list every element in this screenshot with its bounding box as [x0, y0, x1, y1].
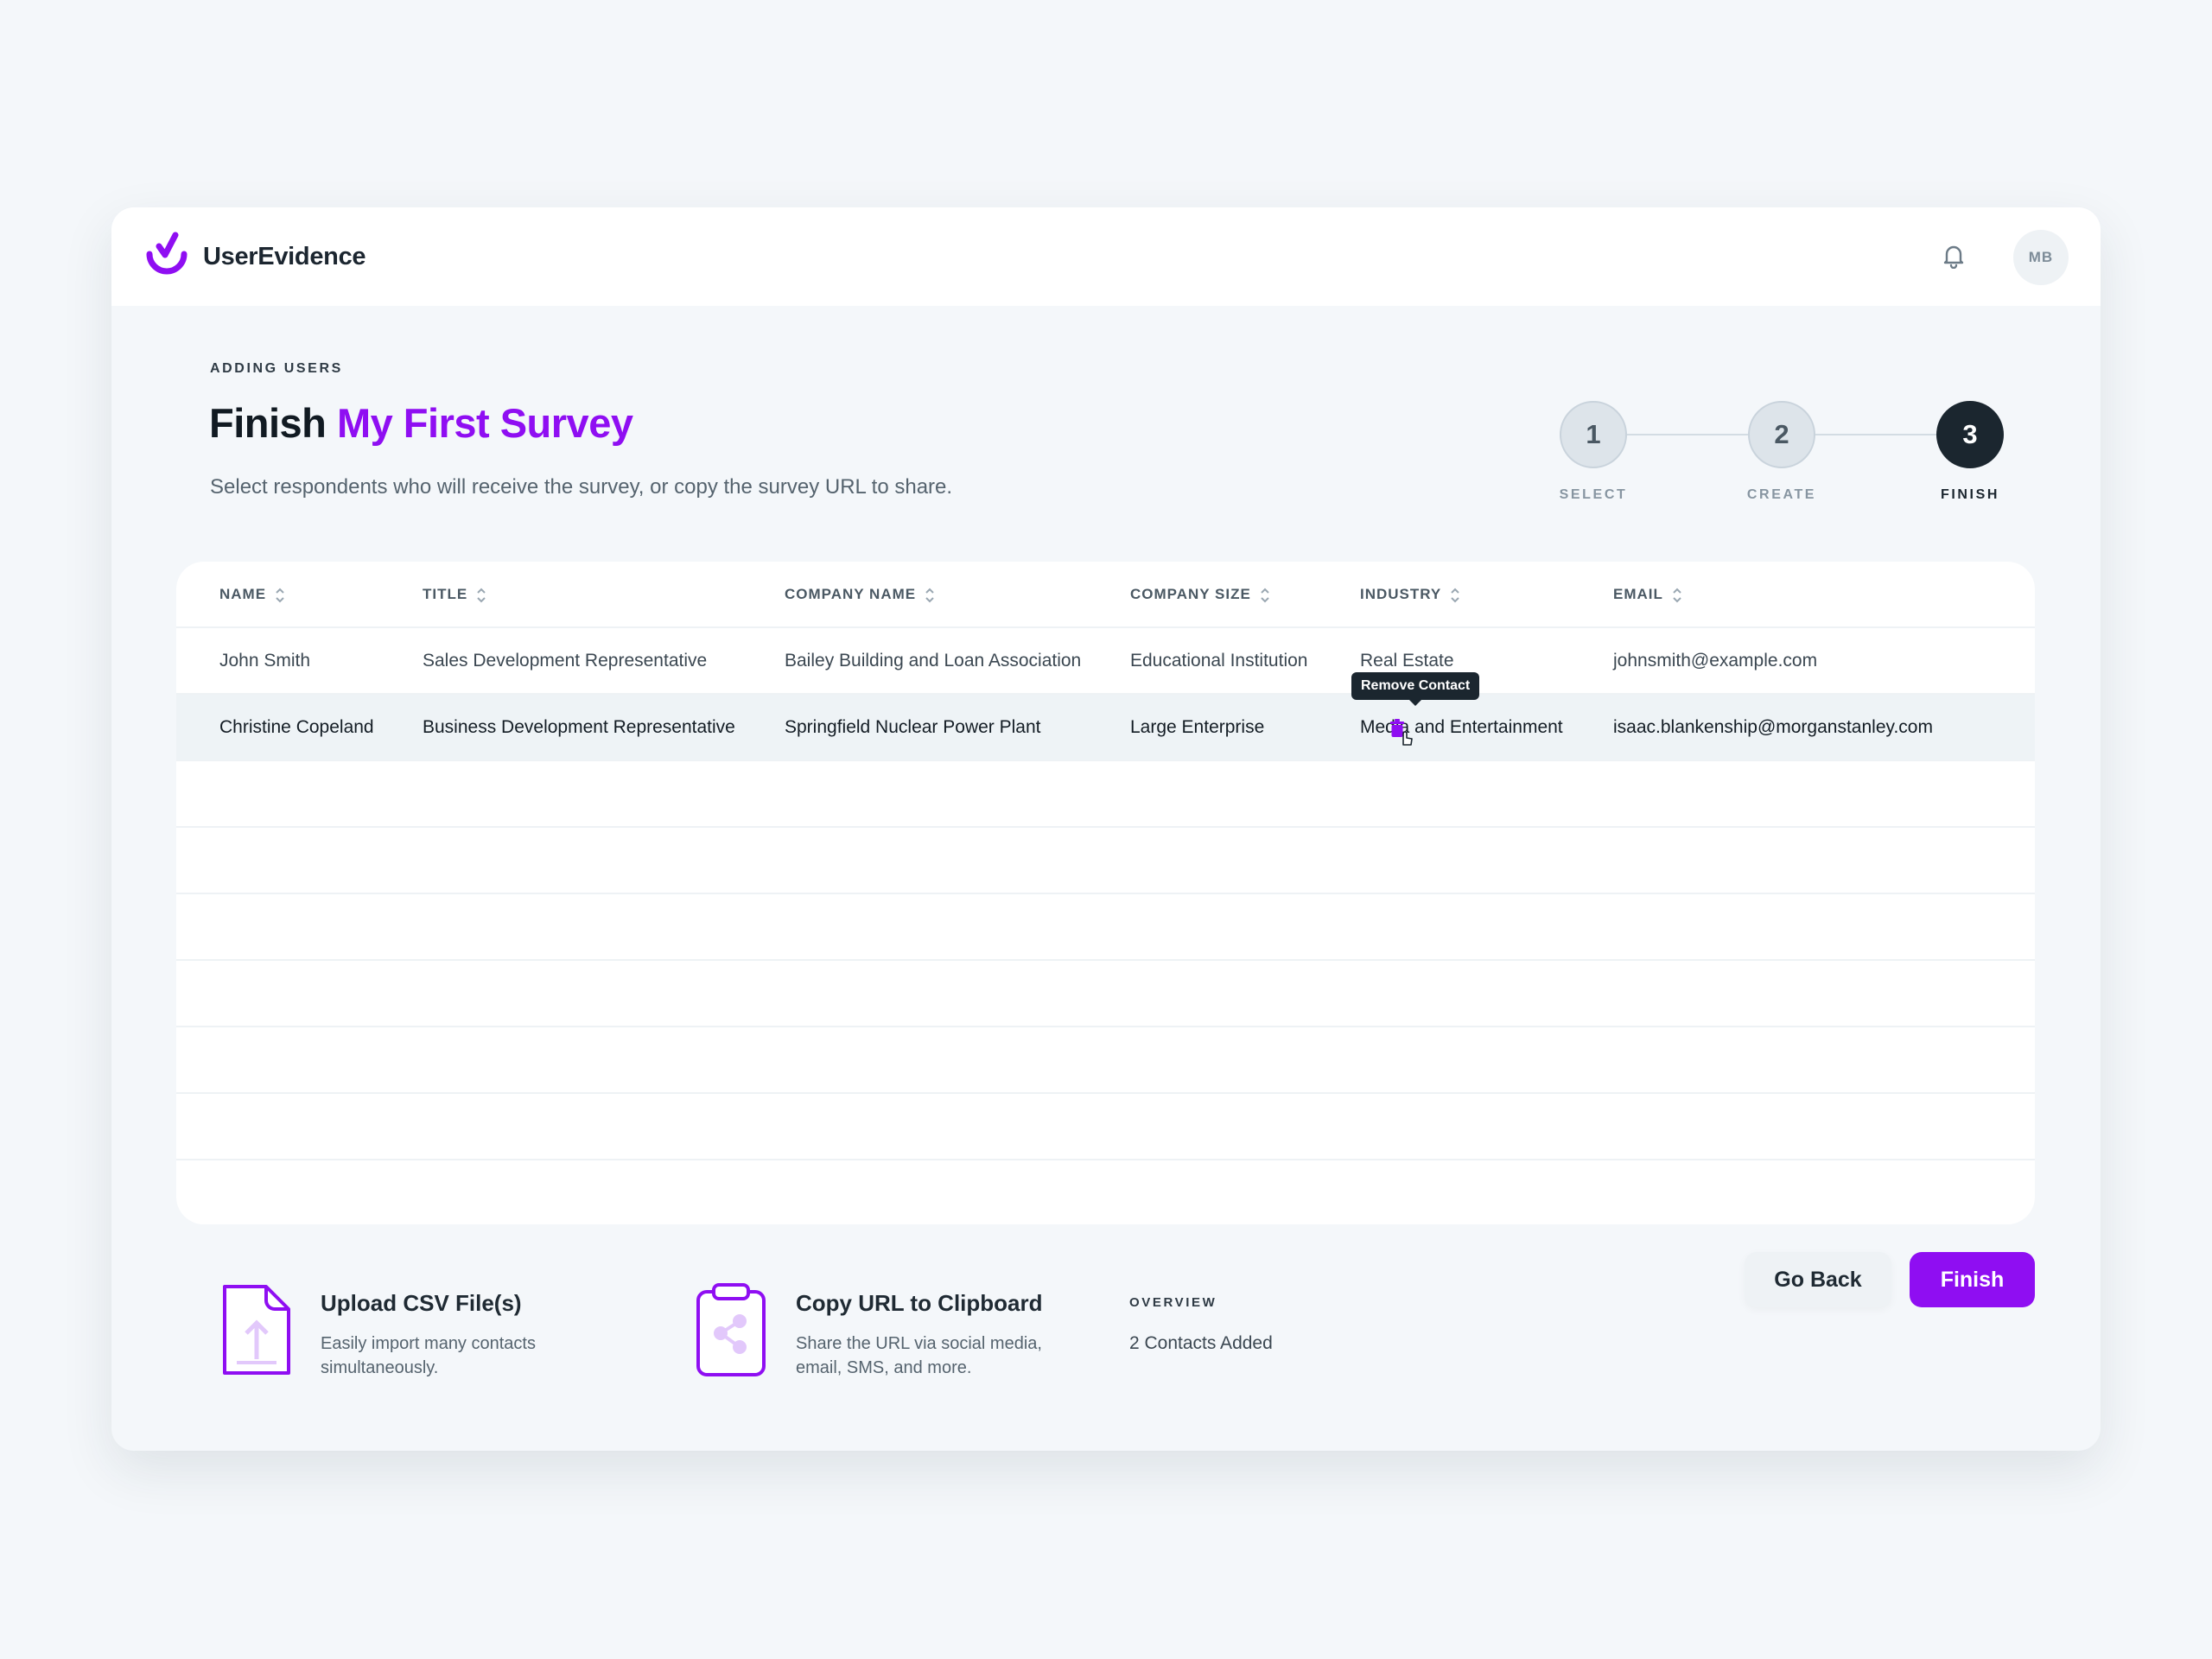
copy-url-action[interactable]: Copy URL to Clipboard Share the URL via … [695, 1283, 1075, 1387]
overview-label: OVERVIEW [1129, 1295, 1217, 1310]
step-3-label: FINISH [1940, 487, 2000, 502]
sort-icon [276, 588, 284, 602]
cell-email: isaac.blankenship@morganstanley.com [1613, 717, 1933, 737]
top-bar: UserEvidence MB [111, 207, 2101, 306]
title-prefix: Finish [209, 400, 327, 446]
column-header-company-size[interactable]: COMPANY SIZE [1130, 562, 1270, 626]
survey-name: My First Survey [336, 400, 633, 446]
cell-name: Christine Copeland [219, 717, 374, 737]
column-header-name[interactable]: NAME [219, 562, 285, 626]
finish-button[interactable]: Finish [1910, 1252, 2035, 1307]
cell-company-size: Large Enterprise [1130, 717, 1265, 737]
cell-name: John Smith [219, 651, 311, 671]
table-row-empty [176, 961, 2035, 1027]
page-title: Finish My First Survey [209, 399, 633, 447]
stepper-connector [1627, 434, 1748, 435]
remove-contact-tooltip: Remove Contact [1351, 672, 1480, 706]
survey-wizard-card: UserEvidence MB ADDING USERS Finish My F… [111, 207, 2101, 1451]
table-row-empty [176, 1027, 2035, 1094]
step-2-circle[interactable]: 2 [1748, 401, 1815, 468]
remove-contact-trash-icon[interactable] [1386, 717, 1415, 747]
table-header-row: NAME TITLE COMPANY NAME COMPANY SIZE IND… [176, 562, 2035, 628]
copy-url-title: Copy URL to Clipboard [796, 1290, 1043, 1316]
cell-company-size: Educational Institution [1130, 651, 1308, 671]
logo-icon [146, 232, 188, 275]
upload-csv-action[interactable]: Upload CSV File(s) Easily import many co… [219, 1283, 600, 1387]
step-2-label: CREATE [1746, 487, 1817, 502]
sort-icon [1261, 588, 1269, 602]
notifications-bell-icon[interactable] [1938, 240, 1969, 271]
table-row-empty [176, 894, 2035, 961]
column-header-title[interactable]: TITLE [423, 562, 486, 626]
table-row[interactable]: John Smith Sales Development Representat… [176, 628, 2035, 695]
column-header-industry[interactable]: INDUSTRY [1360, 562, 1460, 626]
table-row-empty [176, 761, 2035, 828]
page-subtitle: Select respondents who will receive the … [210, 475, 953, 499]
table-row[interactable]: Christine Copeland Business Development … [176, 695, 2035, 761]
cell-email: johnsmith@example.com [1613, 651, 1818, 671]
sort-icon [1673, 588, 1681, 602]
step-3-circle[interactable]: 3 [1936, 401, 2004, 468]
clipboard-share-icon [696, 1283, 766, 1376]
sort-icon [925, 588, 934, 602]
contacts-table: NAME TITLE COMPANY NAME COMPANY SIZE IND… [176, 562, 2035, 1224]
column-header-email[interactable]: EMAIL [1613, 562, 1682, 626]
copy-url-description: Share the URL via social media, email, S… [796, 1334, 1042, 1377]
table-row-empty [176, 1094, 2035, 1160]
table-row-empty [176, 828, 2035, 894]
stepper-connector [1815, 434, 1936, 435]
contacts-count: 2 Contacts Added [1129, 1333, 1273, 1353]
avatar[interactable]: MB [2013, 230, 2069, 285]
sort-icon [477, 588, 486, 602]
go-back-button[interactable]: Go Back [1745, 1252, 1891, 1307]
brand-name: UserEvidence [203, 243, 366, 270]
column-header-company-name[interactable]: COMPANY NAME [785, 562, 935, 626]
cell-title: Sales Development Representative [423, 651, 708, 671]
cell-company-name: Springfield Nuclear Power Plant [785, 717, 1041, 737]
cell-title: Business Development Representative [423, 717, 735, 737]
step-1-label: SELECT [1559, 487, 1628, 502]
cell-company-name: Bailey Building and Loan Association [785, 651, 1082, 671]
sort-icon [1451, 588, 1459, 602]
upload-file-icon [223, 1285, 290, 1375]
step-1-circle[interactable]: 1 [1560, 401, 1627, 468]
upload-csv-description: Easily import many contacts simultaneous… [321, 1334, 536, 1377]
upload-csv-title: Upload CSV File(s) [321, 1290, 522, 1316]
page-eyebrow: ADDING USERS [210, 361, 343, 376]
